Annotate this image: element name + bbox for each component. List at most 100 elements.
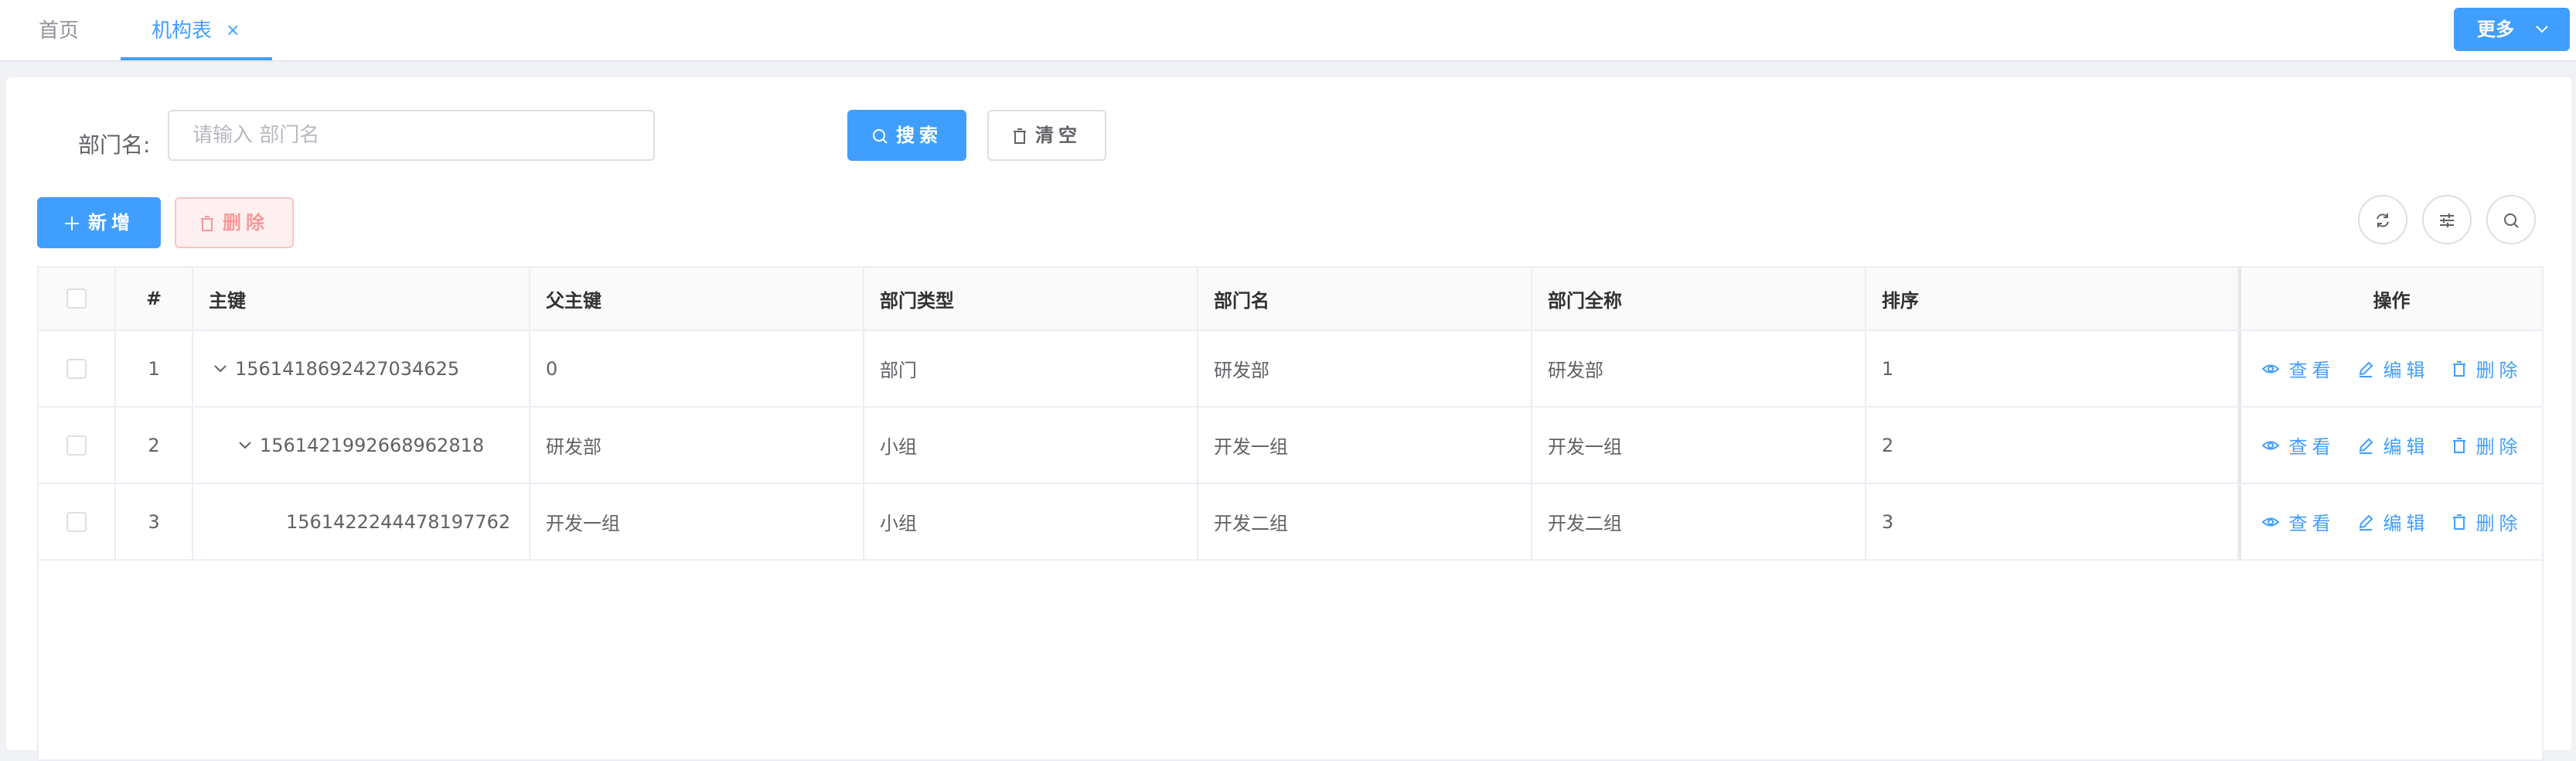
- search-icon: [873, 129, 888, 144]
- edit-label: 编辑: [2383, 360, 2430, 381]
- edit-button[interactable]: 编辑: [2357, 432, 2430, 459]
- tab-org-table-label: 机构表: [152, 19, 213, 43]
- delete-button[interactable]: 删除: [2452, 355, 2523, 382]
- add-button-label: 新增: [88, 212, 135, 234]
- row-dept-full-name: 开发二组: [1532, 484, 1866, 559]
- edit-button[interactable]: 编辑: [2357, 508, 2430, 535]
- header-index: #: [116, 268, 193, 329]
- close-icon[interactable]: ×: [226, 0, 240, 62]
- row-dept-type: 小组: [864, 408, 1198, 483]
- table-row: 3 1561422244478197762 开发一组 小组 开发二组 开发二组 …: [39, 484, 2542, 561]
- row-sort: 1: [1866, 331, 2239, 406]
- row-actions: 查看 编辑 删除: [2239, 331, 2542, 406]
- edit-icon: [2359, 361, 2373, 377]
- toggle-search-button[interactable]: [2486, 195, 2536, 244]
- search-button[interactable]: 搜索: [847, 110, 966, 161]
- edit-icon: [2359, 438, 2373, 454]
- view-label: 查看: [2288, 436, 2336, 458]
- header-checkbox-cell: [39, 268, 116, 329]
- row-parent-id: 0: [530, 331, 864, 406]
- row-id-cell: 1561418692427034625: [193, 331, 530, 406]
- delete-button[interactable]: 删除: [2452, 508, 2523, 535]
- view-label: 查看: [2288, 360, 2336, 381]
- row-sort: 2: [1866, 408, 2239, 483]
- chevron-down-icon: [2534, 8, 2550, 68]
- view-button[interactable]: 查看: [2261, 432, 2336, 459]
- eye-icon: [2261, 364, 2279, 373]
- tab-bar: 首页 机构表 × 更多: [0, 0, 2576, 62]
- edit-icon: [2359, 514, 2373, 531]
- header-dept-name[interactable]: 部门名: [1198, 268, 1532, 329]
- main-card: 部门名: 搜索 清空 新增 删除 # 主键 父主键 部门类型 部门名 部门全称 …: [6, 77, 2571, 761]
- row-parent-id: 研发部: [530, 408, 864, 483]
- row-id-cell: 1561422244478197762: [193, 484, 530, 559]
- row-dept-full-name: 研发部: [1532, 331, 1866, 406]
- header-sort[interactable]: 排序: [1866, 268, 2239, 329]
- row-id: 1561422244478197762: [286, 510, 511, 533]
- view-label: 查看: [2288, 513, 2336, 534]
- row-id: 1561418692427034625: [235, 357, 460, 380]
- plus-icon: [65, 217, 79, 230]
- org-table: # 主键 父主键 部门类型 部门名 部门全称 排序 操作 1 156141869…: [37, 266, 2544, 761]
- row-checkbox-cell: [39, 408, 116, 483]
- trash-icon: [201, 216, 213, 231]
- row-dept-type: 小组: [864, 484, 1198, 559]
- row-checkbox-cell: [39, 484, 116, 559]
- table-header: # 主键 父主键 部门类型 部门名 部门全称 排序 操作: [39, 268, 2542, 331]
- row-checkbox[interactable]: [66, 358, 87, 379]
- row-dept-name: 研发部: [1198, 331, 1532, 406]
- trash-icon: [2452, 437, 2465, 453]
- delete-label: 删除: [2475, 513, 2523, 534]
- header-id[interactable]: 主键: [193, 268, 530, 329]
- row-dept-type: 部门: [864, 331, 1198, 406]
- eye-icon: [2261, 441, 2279, 449]
- trash-icon: [1014, 128, 1026, 144]
- dept-name-input[interactable]: [168, 110, 655, 161]
- eye-icon: [2261, 517, 2279, 526]
- row-checkbox-cell: [39, 331, 116, 406]
- table-row: 2 1561421992668962818 研发部 小组 开发一组 开发一组 2…: [39, 408, 2542, 484]
- clear-button-label: 清空: [1035, 125, 1082, 146]
- view-button[interactable]: 查看: [2261, 355, 2336, 382]
- clear-button[interactable]: 清空: [987, 110, 1106, 161]
- row-dept-full-name: 开发一组: [1532, 408, 1866, 483]
- header-dept-type[interactable]: 部门类型: [864, 268, 1198, 329]
- delete-label: 删除: [2475, 436, 2523, 458]
- header-parent-id[interactable]: 父主键: [530, 268, 864, 329]
- refresh-icon: [2377, 213, 2389, 227]
- edit-button[interactable]: 编辑: [2357, 355, 2430, 382]
- more-button[interactable]: 更多: [2454, 8, 2570, 51]
- row-sort: 3: [1866, 484, 2239, 559]
- edit-label: 编辑: [2383, 513, 2430, 534]
- trash-icon: [2452, 360, 2465, 377]
- chevron-down-icon[interactable]: [233, 436, 257, 455]
- row-checkbox[interactable]: [66, 435, 87, 456]
- column-settings-button[interactable]: [2422, 195, 2472, 244]
- search-button-label: 搜索: [896, 125, 942, 146]
- row-index: 2: [116, 408, 193, 483]
- delete-button[interactable]: 删除: [2452, 432, 2523, 459]
- select-all-checkbox[interactable]: [66, 288, 87, 309]
- header-actions: 操作: [2239, 268, 2542, 329]
- dept-name-label: 部门名:: [78, 132, 151, 158]
- view-button[interactable]: 查看: [2261, 508, 2336, 535]
- batch-delete-button-label: 删除: [223, 212, 269, 234]
- row-checkbox[interactable]: [66, 511, 87, 532]
- row-id-cell: 1561421992668962818: [193, 408, 530, 483]
- header-dept-full-name[interactable]: 部门全称: [1532, 268, 1866, 329]
- delete-label: 删除: [2475, 360, 2523, 381]
- row-actions: 查看 编辑 删除: [2239, 484, 2542, 559]
- table-row: 1 1561418692427034625 0 部门 研发部 研发部 1 查看 …: [39, 331, 2542, 408]
- add-button[interactable]: 新增: [37, 197, 161, 248]
- chevron-down-icon[interactable]: [209, 360, 232, 378]
- more-button-label: 更多: [2477, 19, 2514, 40]
- batch-delete-button[interactable]: 删除: [175, 197, 294, 248]
- row-actions: 查看 编辑 删除: [2239, 408, 2542, 483]
- tab-org-table[interactable]: 机构表 ×: [121, 0, 272, 60]
- refresh-button[interactable]: [2358, 195, 2407, 244]
- row-id: 1561421992668962818: [260, 434, 485, 456]
- row-index: 3: [116, 484, 193, 559]
- row-dept-name: 开发二组: [1198, 484, 1532, 559]
- search-icon: [2504, 213, 2519, 228]
- tab-home[interactable]: 首页: [39, 0, 79, 60]
